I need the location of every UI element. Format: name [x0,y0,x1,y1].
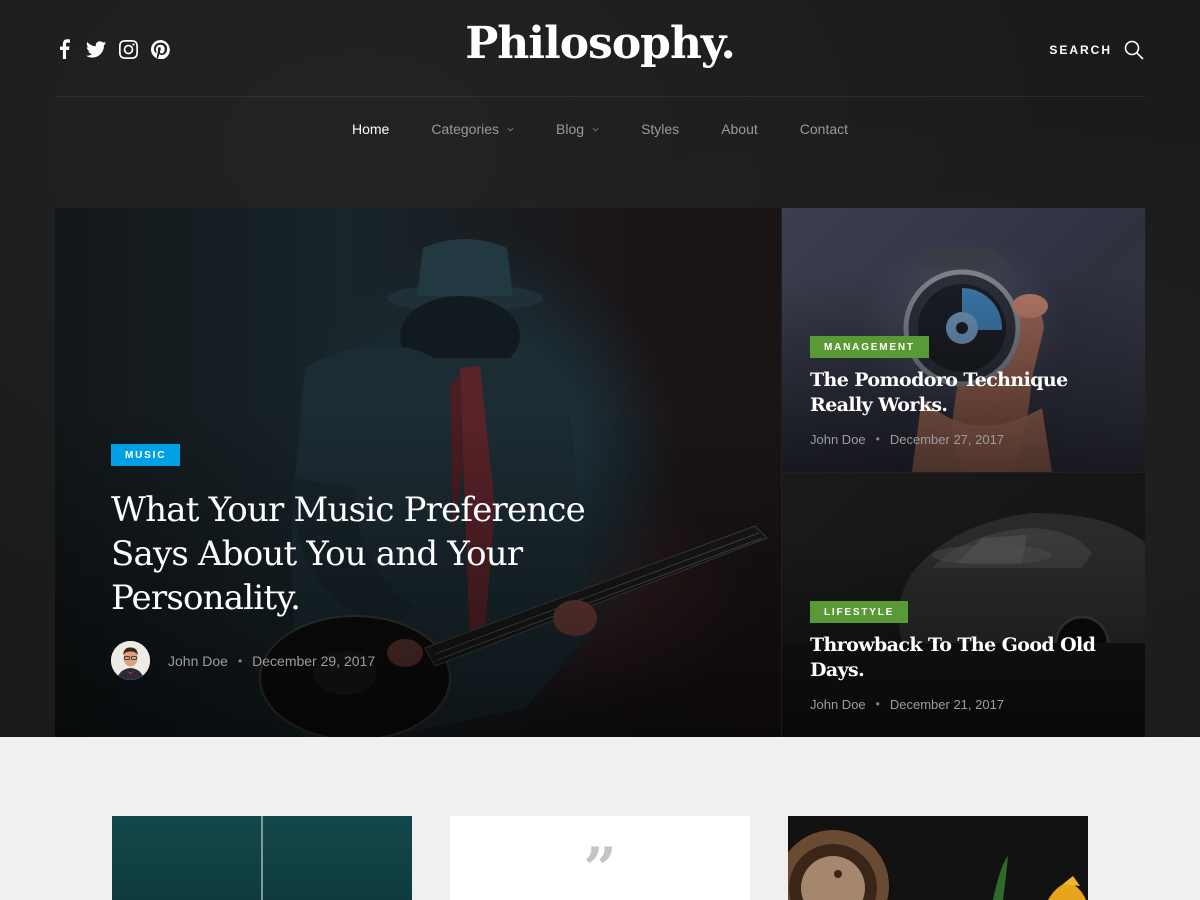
featured-main-post[interactable]: MUSIC What Your Music Preference Says Ab… [55,208,781,737]
avatar[interactable] [111,641,150,680]
coffee-flower-image [788,830,1086,900]
nav-item-about[interactable]: About [721,121,758,137]
site-logo: Philosophy. [0,18,1200,69]
nav-label: Categories [431,121,500,137]
search-icon [1124,40,1144,60]
side-post-title[interactable]: Throwback To The Good Old Days. [810,633,1110,683]
featured-main-title[interactable]: What Your Music Preference Says About Yo… [111,488,671,620]
author-name[interactable]: John Doe [168,653,228,669]
side-post-meta: John Doe • December 27, 2017 [810,432,1004,447]
header-hero-area: Philosophy. SEARCH Home Categories Blog … [0,0,1200,737]
header-divider [55,96,1145,97]
nav-item-home[interactable]: Home [352,121,389,137]
chevron-down-icon [507,127,514,132]
logo-link[interactable]: Philosophy. [465,18,736,69]
side-post-meta: John Doe • December 21, 2017 [810,697,1004,712]
featured-main-byline: John Doe • December 29, 2017 [111,641,375,680]
author-name[interactable]: John Doe [810,432,866,447]
side-post-title[interactable]: The Pomodoro Technique Really Works. [810,368,1110,418]
meta-separator: • [875,432,880,446]
main-nav: Home Categories Blog Styles About Contac… [0,121,1200,137]
post-card-3[interactable] [788,816,1088,900]
author-name[interactable]: John Doe [810,697,866,712]
nav-item-blog[interactable]: Blog [556,121,599,137]
search-label: SEARCH [1049,43,1112,57]
nav-label: Contact [799,121,849,137]
nav-item-styles[interactable]: Styles [641,121,679,137]
meta-separator: • [875,697,880,711]
quote-icon: ” [583,835,617,900]
category-badge-lifestyle[interactable]: LIFESTYLE [810,601,909,623]
featured-side-post-2[interactable]: LIFESTYLE Throwback To The Good Old Days… [782,473,1145,737]
post-card-1[interactable] [112,816,412,900]
post-date: December 29, 2017 [252,652,376,669]
search-button[interactable]: SEARCH [1049,40,1144,60]
meta-separator: • [237,653,243,668]
card-image-detail [261,816,263,900]
category-badge-music[interactable]: MUSIC [111,444,181,466]
nav-item-contact[interactable]: Contact [800,121,848,137]
nav-label: Styles [641,121,680,137]
nav-label: Blog [556,121,585,137]
post-card-quote[interactable]: ” [450,816,750,900]
nav-item-categories[interactable]: Categories [431,121,514,137]
post-date: December 27, 2017 [889,432,1005,447]
category-badge-management[interactable]: MANAGEMENT [810,336,929,358]
post-date: December 21, 2017 [889,697,1005,712]
nav-label: About [721,121,758,137]
nav-label: Home [351,121,390,137]
featured-side-post-1[interactable]: MANAGEMENT The Pomodoro Technique Really… [782,208,1145,472]
chevron-down-icon [592,127,599,132]
